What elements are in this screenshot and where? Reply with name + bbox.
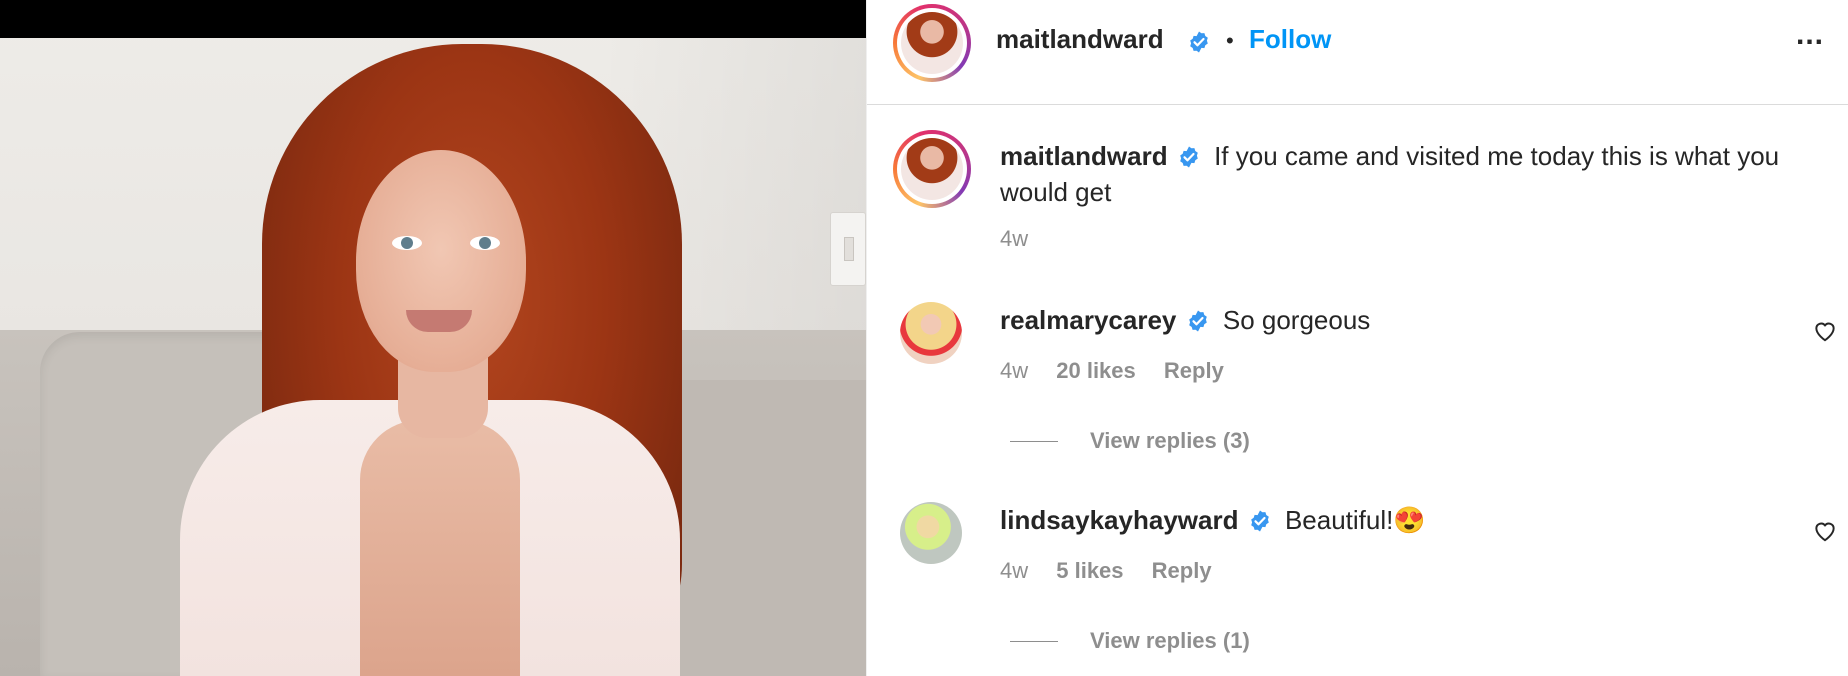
view-replies-label: View replies (3): [1090, 428, 1250, 453]
comment-likes[interactable]: 20 likes: [1056, 358, 1136, 383]
comment-text: So gorgeous: [1222, 305, 1371, 335]
comment-avatar[interactable]: [900, 302, 962, 364]
comment-timestamp[interactable]: 4w: [1000, 558, 1028, 583]
comment-username[interactable]: lindsaykayhayward: [1000, 505, 1238, 535]
verified-badge-icon: [1250, 510, 1269, 532]
caption: maitlandward If you came and visited me …: [1000, 138, 1820, 210]
caption-author-username[interactable]: maitlandward: [1000, 141, 1168, 171]
comment-text: Beautiful!: [1284, 505, 1394, 535]
post-header: maitlandward • Follow ...: [867, 0, 1848, 105]
view-replies-label: View replies (1): [1090, 628, 1250, 653]
comment-avatar[interactable]: [900, 502, 962, 564]
heart-icon[interactable]: [1812, 518, 1838, 544]
more-options-icon[interactable]: ...: [1796, 18, 1824, 52]
verified-badge-icon: [1188, 310, 1207, 332]
verified-badge-icon: [1190, 31, 1208, 53]
comment-timestamp[interactable]: 4w: [1000, 358, 1028, 383]
instagram-post-view: maitlandward • Follow ... maitlandward I…: [0, 0, 1848, 676]
light-switch: [830, 212, 866, 286]
separator-dot: •: [1226, 28, 1234, 53]
photo-top-black-bar: [0, 0, 866, 38]
face: [356, 150, 526, 372]
comment-meta: 4w 5 likes Reply: [1000, 558, 1212, 584]
comment-likes[interactable]: 5 likes: [1056, 558, 1123, 583]
comment: lindsaykayhayward Beautiful!😍: [1000, 502, 1700, 538]
verified-badge-icon: [1180, 146, 1198, 168]
comment-username[interactable]: realmarycarey: [1000, 305, 1176, 335]
comment-meta: 4w 20 likes Reply: [1000, 358, 1224, 384]
view-replies-button[interactable]: View replies (1): [1010, 628, 1250, 654]
reply-button[interactable]: Reply: [1164, 358, 1224, 383]
heart-icon[interactable]: [1812, 318, 1838, 344]
comment: realmarycarey So gorgeous: [1000, 302, 1700, 338]
author-username[interactable]: maitlandward: [996, 24, 1164, 55]
post-photo[interactable]: [0, 0, 866, 676]
author-avatar[interactable]: [893, 4, 971, 82]
heart-eyes-emoji: 😍: [1393, 505, 1426, 535]
caption-author-avatar[interactable]: [893, 130, 971, 208]
reply-button[interactable]: Reply: [1152, 558, 1212, 583]
caption-timestamp[interactable]: 4w: [1000, 226, 1028, 252]
follow-button[interactable]: Follow: [1249, 24, 1331, 55]
post-side-panel: maitlandward • Follow ... maitlandward I…: [866, 0, 1848, 676]
view-replies-button[interactable]: View replies (3): [1010, 428, 1250, 454]
